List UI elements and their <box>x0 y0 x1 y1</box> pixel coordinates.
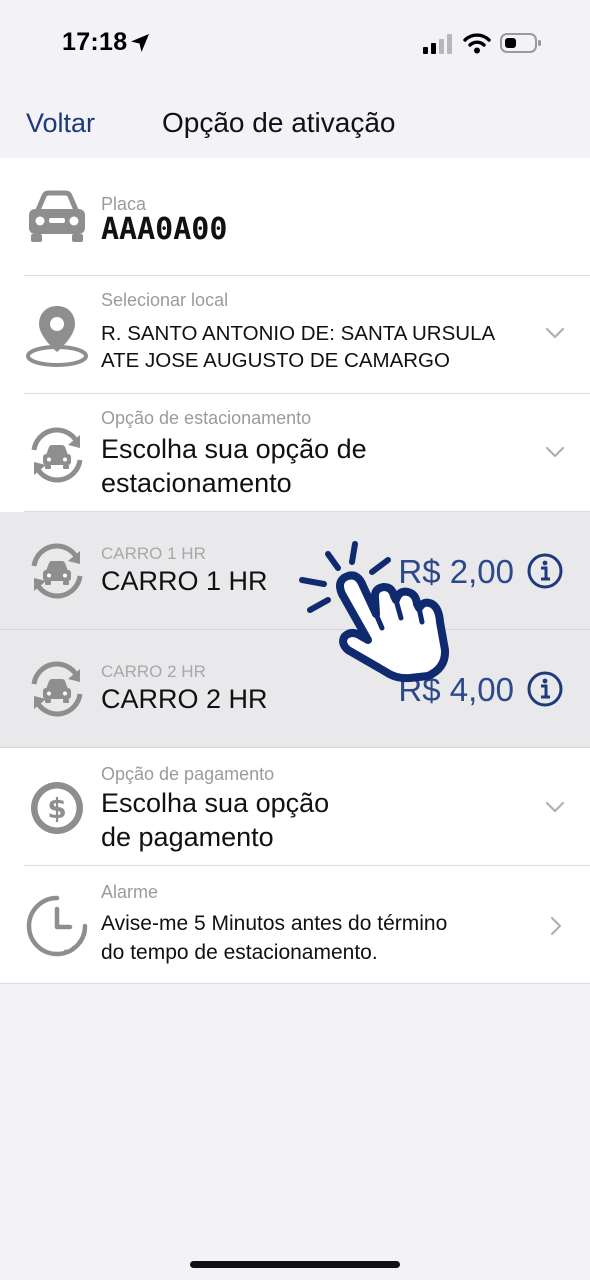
cellular-signal-icon <box>423 34 452 54</box>
choice-small-label: CARRO 1 HR <box>101 544 206 563</box>
location-value-line2: ATE JOSE AUGUSTO DE CAMARGO <box>101 349 450 372</box>
clock-icon <box>26 895 88 957</box>
choice-small-label: CARRO 2 HR <box>101 662 206 681</box>
alarm-label: Alarme <box>101 882 159 902</box>
status-time: 17:18 <box>62 28 128 56</box>
car-cycle-icon <box>31 543 83 599</box>
alarm-value-line2: do tempo de estacionamento. <box>101 941 378 964</box>
tap-hand-icon <box>299 541 450 683</box>
payment-label: Opção de pagamento <box>101 764 275 784</box>
chevron-right-icon <box>550 916 562 936</box>
parking-option-value-line1: Escolha sua opção de <box>101 434 367 464</box>
page-title: Opção de ativação <box>162 107 396 138</box>
location-row[interactable]: Selecionar local R. SANTO ANTONIO DE: SA… <box>0 276 590 394</box>
car-icon <box>29 190 85 242</box>
plate-value: AAA0A00 <box>101 212 228 247</box>
chevron-down-icon <box>545 446 565 458</box>
battery-icon <box>500 33 541 53</box>
car-cycle-icon <box>31 661 83 717</box>
parking-choice-carro-2hr[interactable]: CARRO 2 HR CARRO 2 HR R$ 4,00 <box>0 630 590 748</box>
chevron-down-icon <box>545 327 565 339</box>
choice-title: CARRO 1 HR <box>101 566 268 596</box>
plate-row[interactable]: Placa AAA0A00 <box>0 158 590 276</box>
alarm-value-line1: Avise-me 5 Minutos antes do término <box>101 912 448 935</box>
location-label: Selecionar local <box>101 290 229 310</box>
parking-option-value-line2: estacionamento <box>101 468 292 498</box>
info-icon[interactable] <box>526 670 564 708</box>
location-arrow-icon <box>131 34 149 52</box>
payment-value-line2: de pagamento <box>101 822 274 852</box>
dollar-circle-icon: $ <box>31 782 83 834</box>
home-indicator[interactable] <box>190 1261 400 1268</box>
car-cycle-icon <box>31 427 83 483</box>
alarm-row[interactable]: Alarme Avise-me 5 Minutos antes do térmi… <box>0 866 590 984</box>
row-divider <box>0 983 590 984</box>
location-value-line1: R. SANTO ANTONIO DE: SANTA URSULA <box>101 322 496 345</box>
parking-choice-carro-1hr[interactable]: CARRO 1 HR CARRO 1 HR R$ 2,00 <box>0 512 590 630</box>
parking-option-label: Opção de estacionamento <box>101 408 312 428</box>
svg-text:$: $ <box>47 792 66 825</box>
status-bar: 17:18 <box>0 0 590 90</box>
payment-option-row[interactable]: $ Opção de pagamento Escolha sua opção d… <box>0 748 590 866</box>
parking-option-row[interactable]: Opção de estacionamento Escolha sua opçã… <box>0 394 590 512</box>
navigation-bar: Voltar Opção de ativação <box>0 90 590 158</box>
back-button[interactable]: Voltar <box>26 108 95 139</box>
chevron-down-icon <box>545 801 565 813</box>
wifi-icon <box>463 33 491 54</box>
choice-title: CARRO 2 HR <box>101 684 268 714</box>
info-icon[interactable] <box>526 552 564 590</box>
payment-value-line1: Escolha sua opção <box>101 788 330 818</box>
map-pin-icon <box>26 306 88 367</box>
